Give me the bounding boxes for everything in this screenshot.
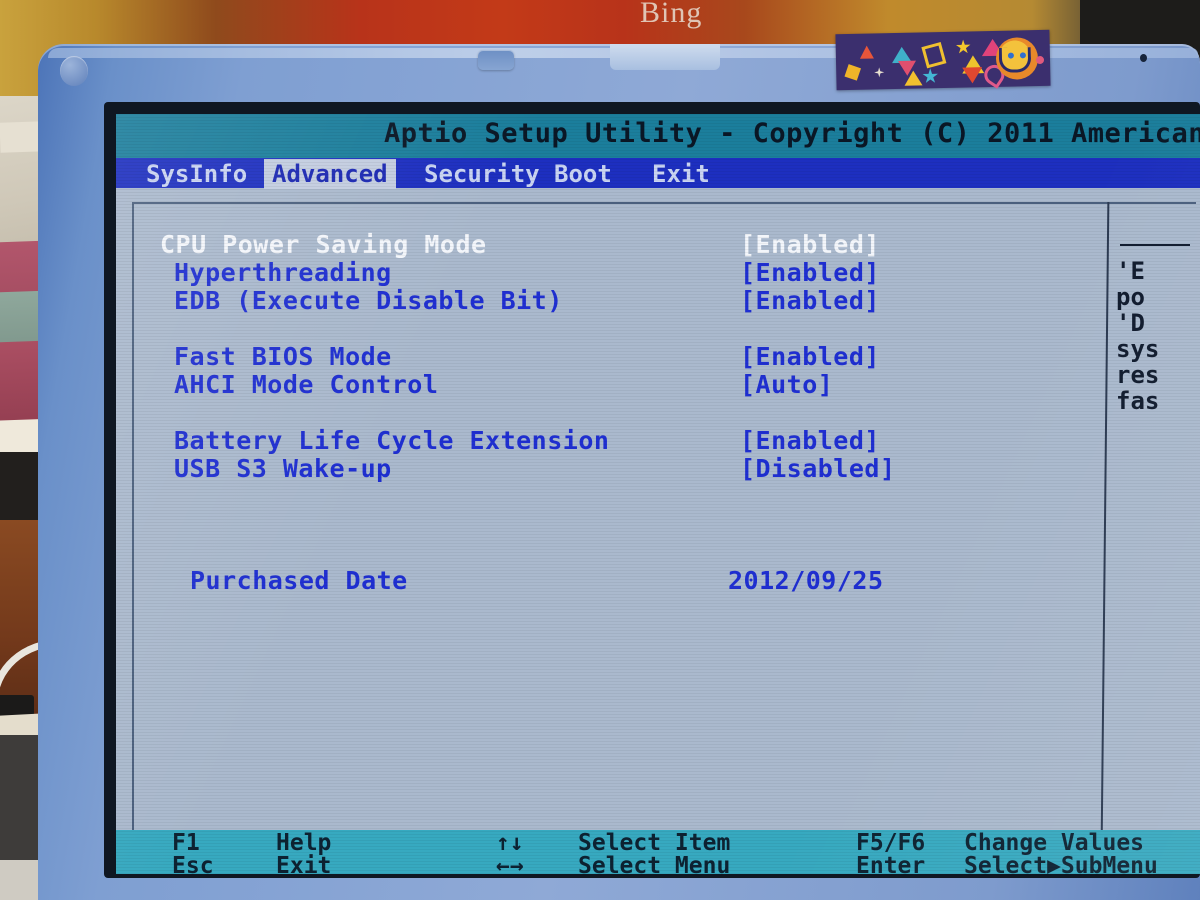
sticker-sparkle-icon <box>874 67 884 77</box>
help-line: res <box>1116 361 1160 389</box>
laptop-microphone-pinhole <box>1140 54 1147 62</box>
tab-security[interactable]: Security <box>416 159 548 189</box>
option-battery-life-cycle-extension[interactable]: Battery Life Cycle Extension [Enabled] <box>160 426 1090 455</box>
option-cpu-power-saving-mode[interactable]: CPU Power Saving Mode [Enabled] <box>160 230 1090 259</box>
footer-row-1: F1 Help ↑↓ Select Item F5/F6 Change Valu… <box>116 830 1200 856</box>
purchased-date-value: 2012/09/25 <box>728 566 884 595</box>
tab-sysinfo[interactable]: SysInfo <box>138 159 255 189</box>
laptop-lid-notch <box>610 44 720 70</box>
sticker-triangle-yellow-icon <box>904 70 923 86</box>
bios-options-list: CPU Power Saving Mode [Enabled] Hyperthr… <box>160 230 1090 595</box>
option-value[interactable]: [Enabled] <box>740 230 880 259</box>
decorative-sticker <box>835 29 1051 91</box>
tab-exit[interactable]: Exit <box>644 159 718 189</box>
footer-key-leftright: ←→ <box>496 853 524 874</box>
sticker-star-yellow-icon <box>956 39 971 54</box>
option-value[interactable]: [Enabled] <box>740 426 880 455</box>
sticker-triangle-red-icon <box>962 67 983 84</box>
photo-of-laptop-bios-screen: Bing Aptio Setup Utility - Copyright (C)… <box>0 0 1200 900</box>
tab-boot[interactable]: Boot <box>546 159 620 189</box>
option-value[interactable]: [Auto] <box>740 370 833 399</box>
help-line: 'E <box>1116 257 1145 285</box>
option-label: Battery Life Cycle Extension <box>174 426 610 455</box>
option-value[interactable]: [Enabled] <box>740 286 880 315</box>
option-label: EDB (Execute Disable Bit) <box>174 286 563 315</box>
footer-desc-select-menu: Select Menu <box>578 853 731 874</box>
help-panel-rule <box>1120 244 1190 246</box>
purchased-date-label: Purchased Date <box>190 566 408 595</box>
tab-advanced[interactable]: Advanced <box>264 159 396 189</box>
option-label: Hyperthreading <box>174 258 392 287</box>
footer-desc-select-submenu: Select▶SubMenu <box>964 853 1158 874</box>
option-label: AHCI Mode Control <box>174 370 439 399</box>
bios-menu-bar: SysInfo Advanced Security Boot Exit <box>116 158 1200 189</box>
sticker-square-icon <box>844 64 861 81</box>
info-purchased-date: Purchased Date 2012/09/25 <box>160 566 1090 595</box>
option-group-gap-large <box>160 482 1090 538</box>
option-value[interactable]: [Enabled] <box>740 342 880 371</box>
footer-row-2: Esc Exit ←→ Select Menu Enter Select▶Sub… <box>116 853 1200 874</box>
help-line: po <box>1116 283 1145 311</box>
footer-key-enter: Enter <box>856 853 926 874</box>
help-line: fas <box>1116 387 1160 414</box>
bios-body: CPU Power Saving Mode [Enabled] Hyperthr… <box>116 188 1200 874</box>
footer-key-esc: Esc <box>172 853 214 874</box>
bios-footer-help-bar: F1 Help ↑↓ Select Item F5/F6 Change Valu… <box>116 830 1200 874</box>
sticker-lion-eye-left <box>1007 52 1014 59</box>
bios-title-bar: Aptio Setup Utility - Copyright (C) 2011… <box>116 114 1200 158</box>
sticker-star-icon <box>859 45 874 59</box>
sticker-star-blue-icon <box>922 68 938 84</box>
option-group-gap <box>160 538 1090 566</box>
option-label: Fast BIOS Mode <box>174 342 392 371</box>
option-group-gap <box>160 398 1090 426</box>
laptop-hinge-knob <box>60 56 88 86</box>
option-hyperthreading[interactable]: Hyperthreading [Enabled] <box>160 258 1090 287</box>
option-fast-bios-mode[interactable]: Fast BIOS Mode [Enabled] <box>160 342 1090 371</box>
option-group-gap <box>160 314 1090 342</box>
laptop-latch-button[interactable] <box>478 50 514 70</box>
option-ahci-mode-control[interactable]: AHCI Mode Control [Auto] <box>160 370 1090 399</box>
help-line: sys <box>1116 335 1160 363</box>
help-line: 'D <box>1116 309 1145 337</box>
bios-title: Aptio Setup Utility - Copyright (C) 2011… <box>384 118 1200 149</box>
option-value[interactable]: [Enabled] <box>740 258 880 287</box>
option-label: USB S3 Wake-up <box>174 454 392 483</box>
bios-help-panel: 'E po 'D sys res fas <box>1116 244 1200 414</box>
sticker-note-icon <box>921 41 947 69</box>
footer-desc-exit: Exit <box>276 853 332 874</box>
option-value[interactable]: [Disabled] <box>740 454 896 483</box>
option-usb-s3-wake-up[interactable]: USB S3 Wake-up [Disabled] <box>160 454 1090 483</box>
bios-screen: Aptio Setup Utility - Copyright (C) 2011… <box>116 114 1200 874</box>
background-bing-text: Bing <box>640 0 703 29</box>
option-edb-execute-disable-bit[interactable]: EDB (Execute Disable Bit) [Enabled] <box>160 286 1090 315</box>
option-label: CPU Power Saving Mode <box>160 230 487 259</box>
sticker-lion-cheek <box>1035 55 1045 65</box>
